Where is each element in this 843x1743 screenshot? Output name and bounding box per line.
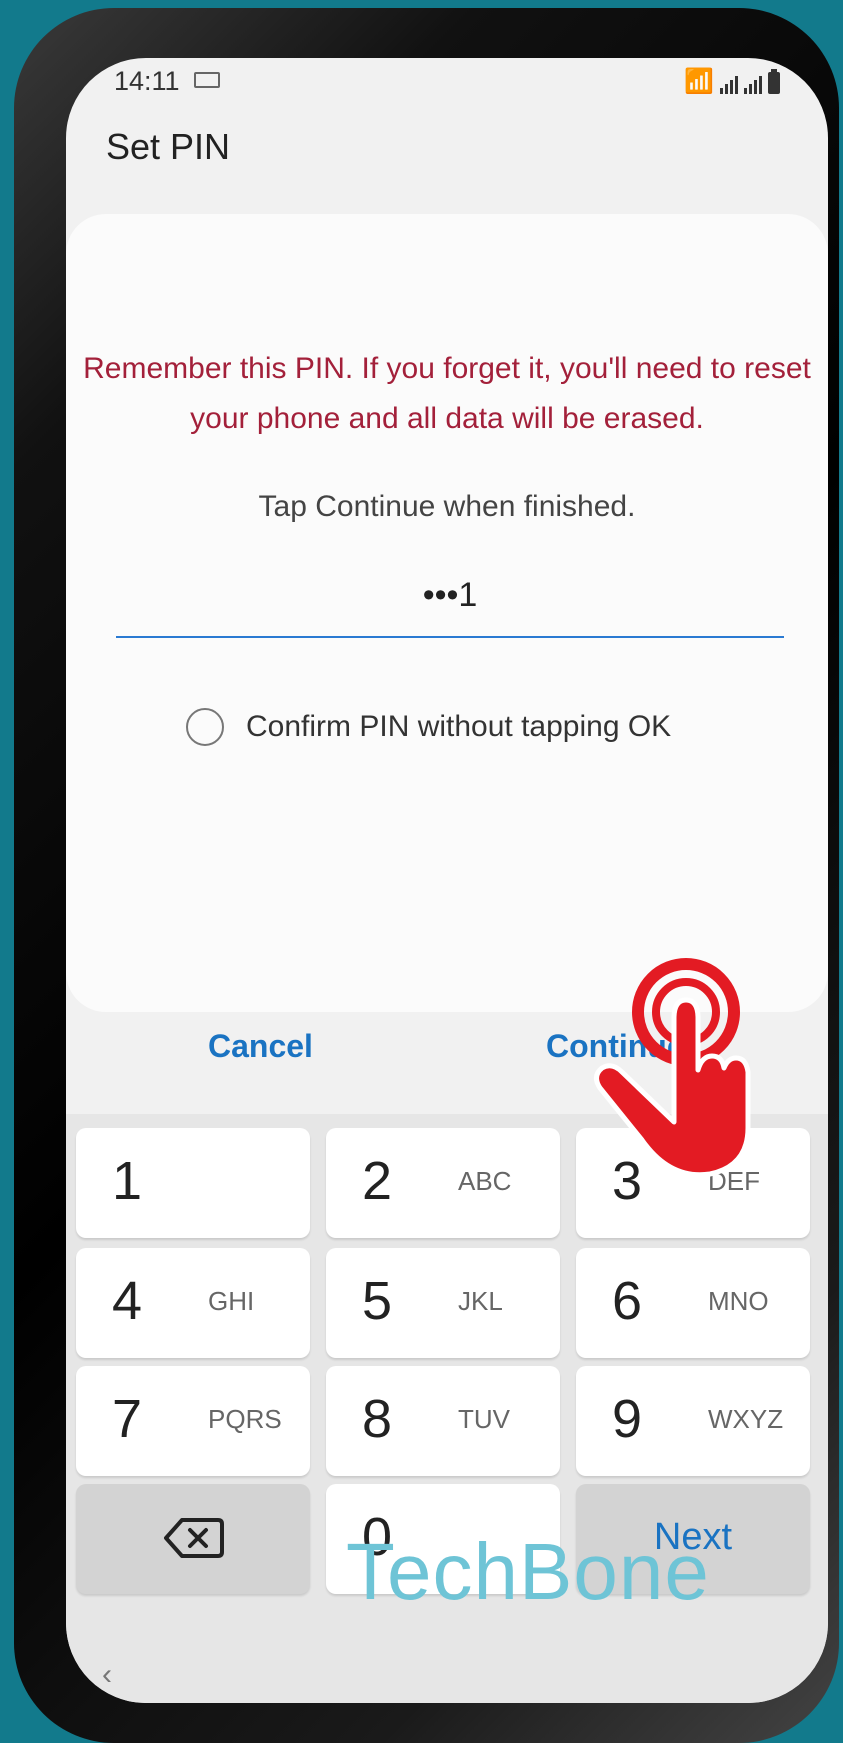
phone-screen: 14:11 📶 Set PIN Remember this PIN. If yo… bbox=[66, 58, 828, 1703]
signal-icon-2 bbox=[744, 74, 762, 94]
key-digit: 7 bbox=[112, 1389, 143, 1449]
key-letters: TUV bbox=[458, 1404, 510, 1434]
pin-input[interactable]: •••1 bbox=[116, 554, 784, 638]
wifi-icon: 📶 bbox=[684, 68, 714, 95]
page-title: Set PIN bbox=[106, 126, 231, 167]
key-digit: 9 bbox=[612, 1389, 643, 1449]
key-letters: MNO bbox=[708, 1286, 769, 1316]
signal-icon bbox=[720, 74, 738, 94]
key-letters: PQRS bbox=[208, 1404, 282, 1434]
pin-card: Remember this PIN. If you forget it, you… bbox=[66, 214, 828, 1012]
key-letters: ABC bbox=[458, 1166, 512, 1196]
key-1[interactable]: 1 bbox=[76, 1128, 310, 1238]
status-bar: 14:11 📶 bbox=[66, 58, 828, 118]
key-9[interactable]: 9 WXYZ bbox=[576, 1366, 810, 1476]
key-letters: JKL bbox=[458, 1286, 503, 1316]
backspace-icon bbox=[164, 1518, 224, 1558]
confirm-checkbox-label: Confirm PIN without tapping OK bbox=[246, 710, 672, 743]
key-7[interactable]: 7 PQRS bbox=[76, 1366, 310, 1476]
key-digit: 8 bbox=[362, 1389, 393, 1449]
key-letters: WXYZ bbox=[708, 1404, 784, 1434]
tap-hand-icon bbox=[594, 958, 751, 1178]
key-digit: 2 bbox=[362, 1151, 393, 1211]
key-digit: 6 bbox=[612, 1271, 643, 1331]
key-4[interactable]: 4 GHI bbox=[76, 1248, 310, 1358]
techbone-watermark: TechBone bbox=[346, 1527, 710, 1616]
key-digit: 5 bbox=[362, 1271, 393, 1331]
cancel-button[interactable]: Cancel bbox=[208, 1028, 313, 1065]
key-8[interactable]: 8 TUV bbox=[326, 1366, 560, 1476]
nav-back-icon: ‹ bbox=[102, 1658, 112, 1691]
key-digit: 4 bbox=[112, 1271, 143, 1331]
key-6[interactable]: 6 MNO bbox=[576, 1248, 810, 1358]
continue-hint: Tap Continue when finished. bbox=[258, 490, 636, 523]
confirm-without-ok-option[interactable]: Confirm PIN without tapping OK bbox=[186, 708, 671, 746]
backspace-key[interactable] bbox=[76, 1484, 310, 1594]
status-icons: 📶 bbox=[684, 64, 780, 94]
status-time: 14:11 bbox=[114, 66, 180, 96]
phone-frame: 14:11 📶 Set PIN Remember this PIN. If yo… bbox=[14, 8, 839, 1743]
keyboard-icon bbox=[194, 72, 220, 88]
key-letters: GHI bbox=[208, 1286, 255, 1316]
battery-icon bbox=[768, 69, 780, 94]
key-2[interactable]: 2 ABC bbox=[326, 1128, 560, 1238]
key-5[interactable]: 5 JKL bbox=[326, 1248, 560, 1358]
confirm-checkbox[interactable] bbox=[186, 708, 224, 746]
pin-warning-text: Remember this PIN. If you forget it, you… bbox=[83, 352, 811, 435]
key-digit: 1 bbox=[112, 1151, 143, 1211]
